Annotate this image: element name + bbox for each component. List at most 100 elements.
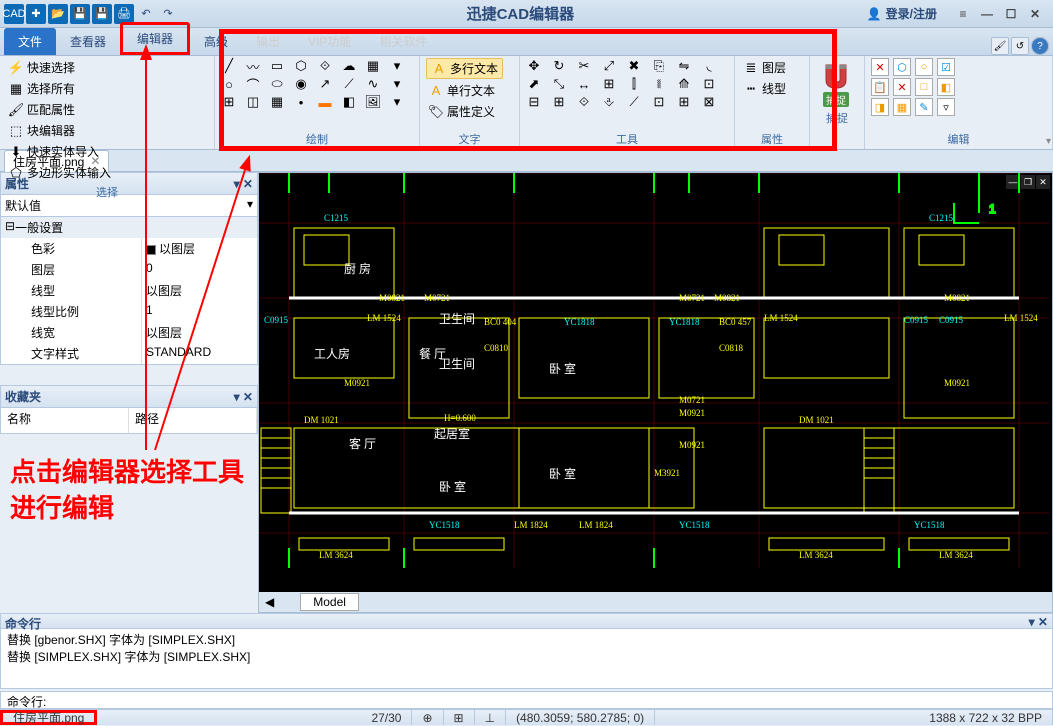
revcloud-icon[interactable]: ☁ (341, 58, 357, 74)
ed10-icon[interactable]: ▦ (893, 98, 911, 116)
rect-icon[interactable]: ▭ (269, 58, 285, 74)
mtext-button[interactable]: A多行文本 (426, 58, 503, 79)
tab-vip[interactable]: VIP功能 (294, 28, 365, 55)
ed8-icon[interactable]: ◧ (937, 78, 955, 96)
prop-row-textstyle[interactable]: 文字样式STANDARD (1, 343, 257, 364)
t8-icon[interactable]: ⊠ (701, 94, 717, 110)
tab-convert[interactable]: 相关软件 (365, 28, 441, 55)
undo-icon[interactable]: ↶ (136, 4, 156, 24)
close-icon[interactable]: ✕ (1025, 4, 1045, 24)
capture-button[interactable]: 捕捉 (816, 58, 856, 108)
erase-icon[interactable]: ✖ (626, 58, 642, 74)
save-icon[interactable]: 💾 (70, 4, 90, 24)
ed3-icon[interactable]: ○ (915, 58, 933, 76)
block-icon2[interactable]: ◫ (245, 94, 261, 110)
minimize-icon[interactable]: — (977, 4, 997, 24)
t1-icon[interactable]: ⊟ (526, 94, 542, 110)
stretch-icon[interactable]: ↔ (576, 76, 592, 92)
polygon-entity-input-button[interactable]: ⬠多边形实体输入 (6, 163, 116, 182)
point-icon[interactable]: • (293, 94, 309, 110)
t2-icon[interactable]: ⊞ (551, 94, 567, 110)
hamburger-icon[interactable]: ≡ (953, 4, 973, 24)
redo-icon[interactable]: ↷ (158, 4, 178, 24)
t5-icon[interactable]: ⟋ (626, 94, 642, 110)
spline-icon[interactable]: ∿ (365, 76, 381, 92)
move-icon[interactable]: ✥ (526, 58, 542, 74)
ed12-icon[interactable]: ▿ (937, 98, 955, 116)
t3-icon[interactable]: ⟐ (576, 94, 592, 110)
stext-button[interactable]: A单行文本 (426, 81, 503, 100)
attr-def-button[interactable]: 🏷属性定义 (426, 102, 503, 121)
polygon-tool-icon[interactable]: ⬡ (293, 58, 309, 74)
fillet-icon[interactable]: ◟ (701, 58, 717, 74)
ed11-icon[interactable]: ✎ (915, 98, 933, 116)
t7-icon[interactable]: ⊞ (676, 94, 692, 110)
tab-viewer[interactable]: 查看器 (56, 28, 120, 55)
layer-button[interactable]: ≣图层 (741, 58, 788, 77)
tab-scroll-left-icon[interactable]: ◀ (259, 595, 280, 609)
ray-icon[interactable]: ↗ (317, 76, 333, 92)
trim-icon[interactable]: ✂ (576, 58, 592, 74)
ed7-icon[interactable]: □ (915, 78, 933, 96)
hatch-icon[interactable]: ▦ (365, 58, 381, 74)
reset-icon[interactable]: ↺ (1011, 37, 1029, 55)
open-icon[interactable]: 📂 (48, 4, 68, 24)
t4-icon[interactable]: ⎀ (601, 94, 617, 110)
extend-icon[interactable]: ⤢ (601, 58, 617, 74)
donut-icon[interactable]: ◉ (293, 76, 309, 92)
help-icon[interactable]: ? (1031, 37, 1049, 55)
login-link[interactable]: 👤 登录/注册 (859, 5, 945, 22)
drop2-icon[interactable]: ▾ (389, 76, 405, 92)
line-icon[interactable]: ╱ (221, 58, 237, 74)
mirror-icon[interactable]: ⇋ (676, 58, 692, 74)
prop-row-color[interactable]: 色彩以图层 (1, 238, 257, 259)
prop-row-layer[interactable]: 图层0 (1, 259, 257, 280)
scale-icon[interactable]: ⤡ (551, 76, 567, 92)
tab-advanced[interactable]: 高级 (190, 28, 242, 55)
match-prop-button[interactable]: 🖌匹配属性 (6, 100, 101, 119)
array-icon[interactable]: ⊞ (601, 76, 617, 92)
break-icon[interactable]: ⧛ (651, 76, 667, 92)
region-icon[interactable]: ▬ (317, 94, 333, 110)
shape1-icon[interactable]: ⟐ (317, 58, 333, 74)
explode-icon[interactable]: ⬈ (526, 76, 542, 92)
command-input[interactable]: 命令行: (0, 691, 1053, 709)
wipeout-icon[interactable]: ◧ (341, 94, 357, 110)
quick-select-button[interactable]: ⚡快速选择 (6, 58, 101, 77)
quick-entity-import-button[interactable]: ⬇快速实体导入 (6, 142, 116, 161)
align-icon[interactable]: ⊡ (701, 76, 717, 92)
palette-icon[interactable]: 🖌 (991, 37, 1009, 55)
panel-menu-icon[interactable]: ▾ ✕ (234, 177, 253, 191)
app-icon[interactable]: CAD (4, 4, 24, 24)
ed1-icon[interactable]: ✕ (871, 58, 889, 76)
panel-menu-icon[interactable]: ▾ ✕ (1029, 615, 1048, 627)
prop-row-linetype[interactable]: 线型以图层 (1, 280, 257, 301)
offset-icon[interactable]: ⫿ (626, 76, 642, 92)
block-editor-button[interactable]: ⬚块编辑器 (6, 121, 116, 140)
ed6-icon[interactable]: ✕ (893, 78, 911, 96)
xline-icon[interactable]: ⟋ (341, 76, 357, 92)
prop-group-general[interactable]: ⊟ 一般设置 (1, 217, 257, 238)
ed2-icon[interactable]: ⬡ (893, 58, 911, 76)
prop-row-ltscale[interactable]: 线型比例1 (1, 301, 257, 322)
insert-icon[interactable]: ⊞ (221, 94, 237, 110)
ed5-icon[interactable]: 📋 (871, 78, 889, 96)
panel-menu-icon[interactable]: ▾ ✕ (234, 390, 253, 404)
t6-icon[interactable]: ⊡ (651, 94, 667, 110)
saveas-icon[interactable]: 💾 (92, 4, 112, 24)
ed9-icon[interactable]: ◨ (871, 98, 889, 116)
tab-editor[interactable]: 编辑器 (120, 22, 190, 55)
tab-file[interactable]: 文件 (4, 28, 56, 55)
circle-icon[interactable]: ○ (221, 76, 237, 92)
linetype-button[interactable]: ┅线型 (741, 79, 788, 98)
image-icon[interactable]: 🖼 (365, 94, 381, 110)
select-all-button[interactable]: ▦选择所有 (6, 79, 101, 98)
drop1-icon[interactable]: ▾ (389, 58, 405, 74)
arc-icon[interactable]: ⌒ (245, 76, 261, 92)
ed4-icon[interactable]: ☑ (937, 58, 955, 76)
table-icon[interactable]: ▦ (269, 94, 285, 110)
maximize-icon[interactable]: ☐ (1001, 4, 1021, 24)
drawing-canvas[interactable]: — ❐ ✕ (259, 173, 1052, 592)
model-tab[interactable]: Model (300, 593, 359, 611)
polyline-icon[interactable]: 〰 (245, 58, 261, 74)
